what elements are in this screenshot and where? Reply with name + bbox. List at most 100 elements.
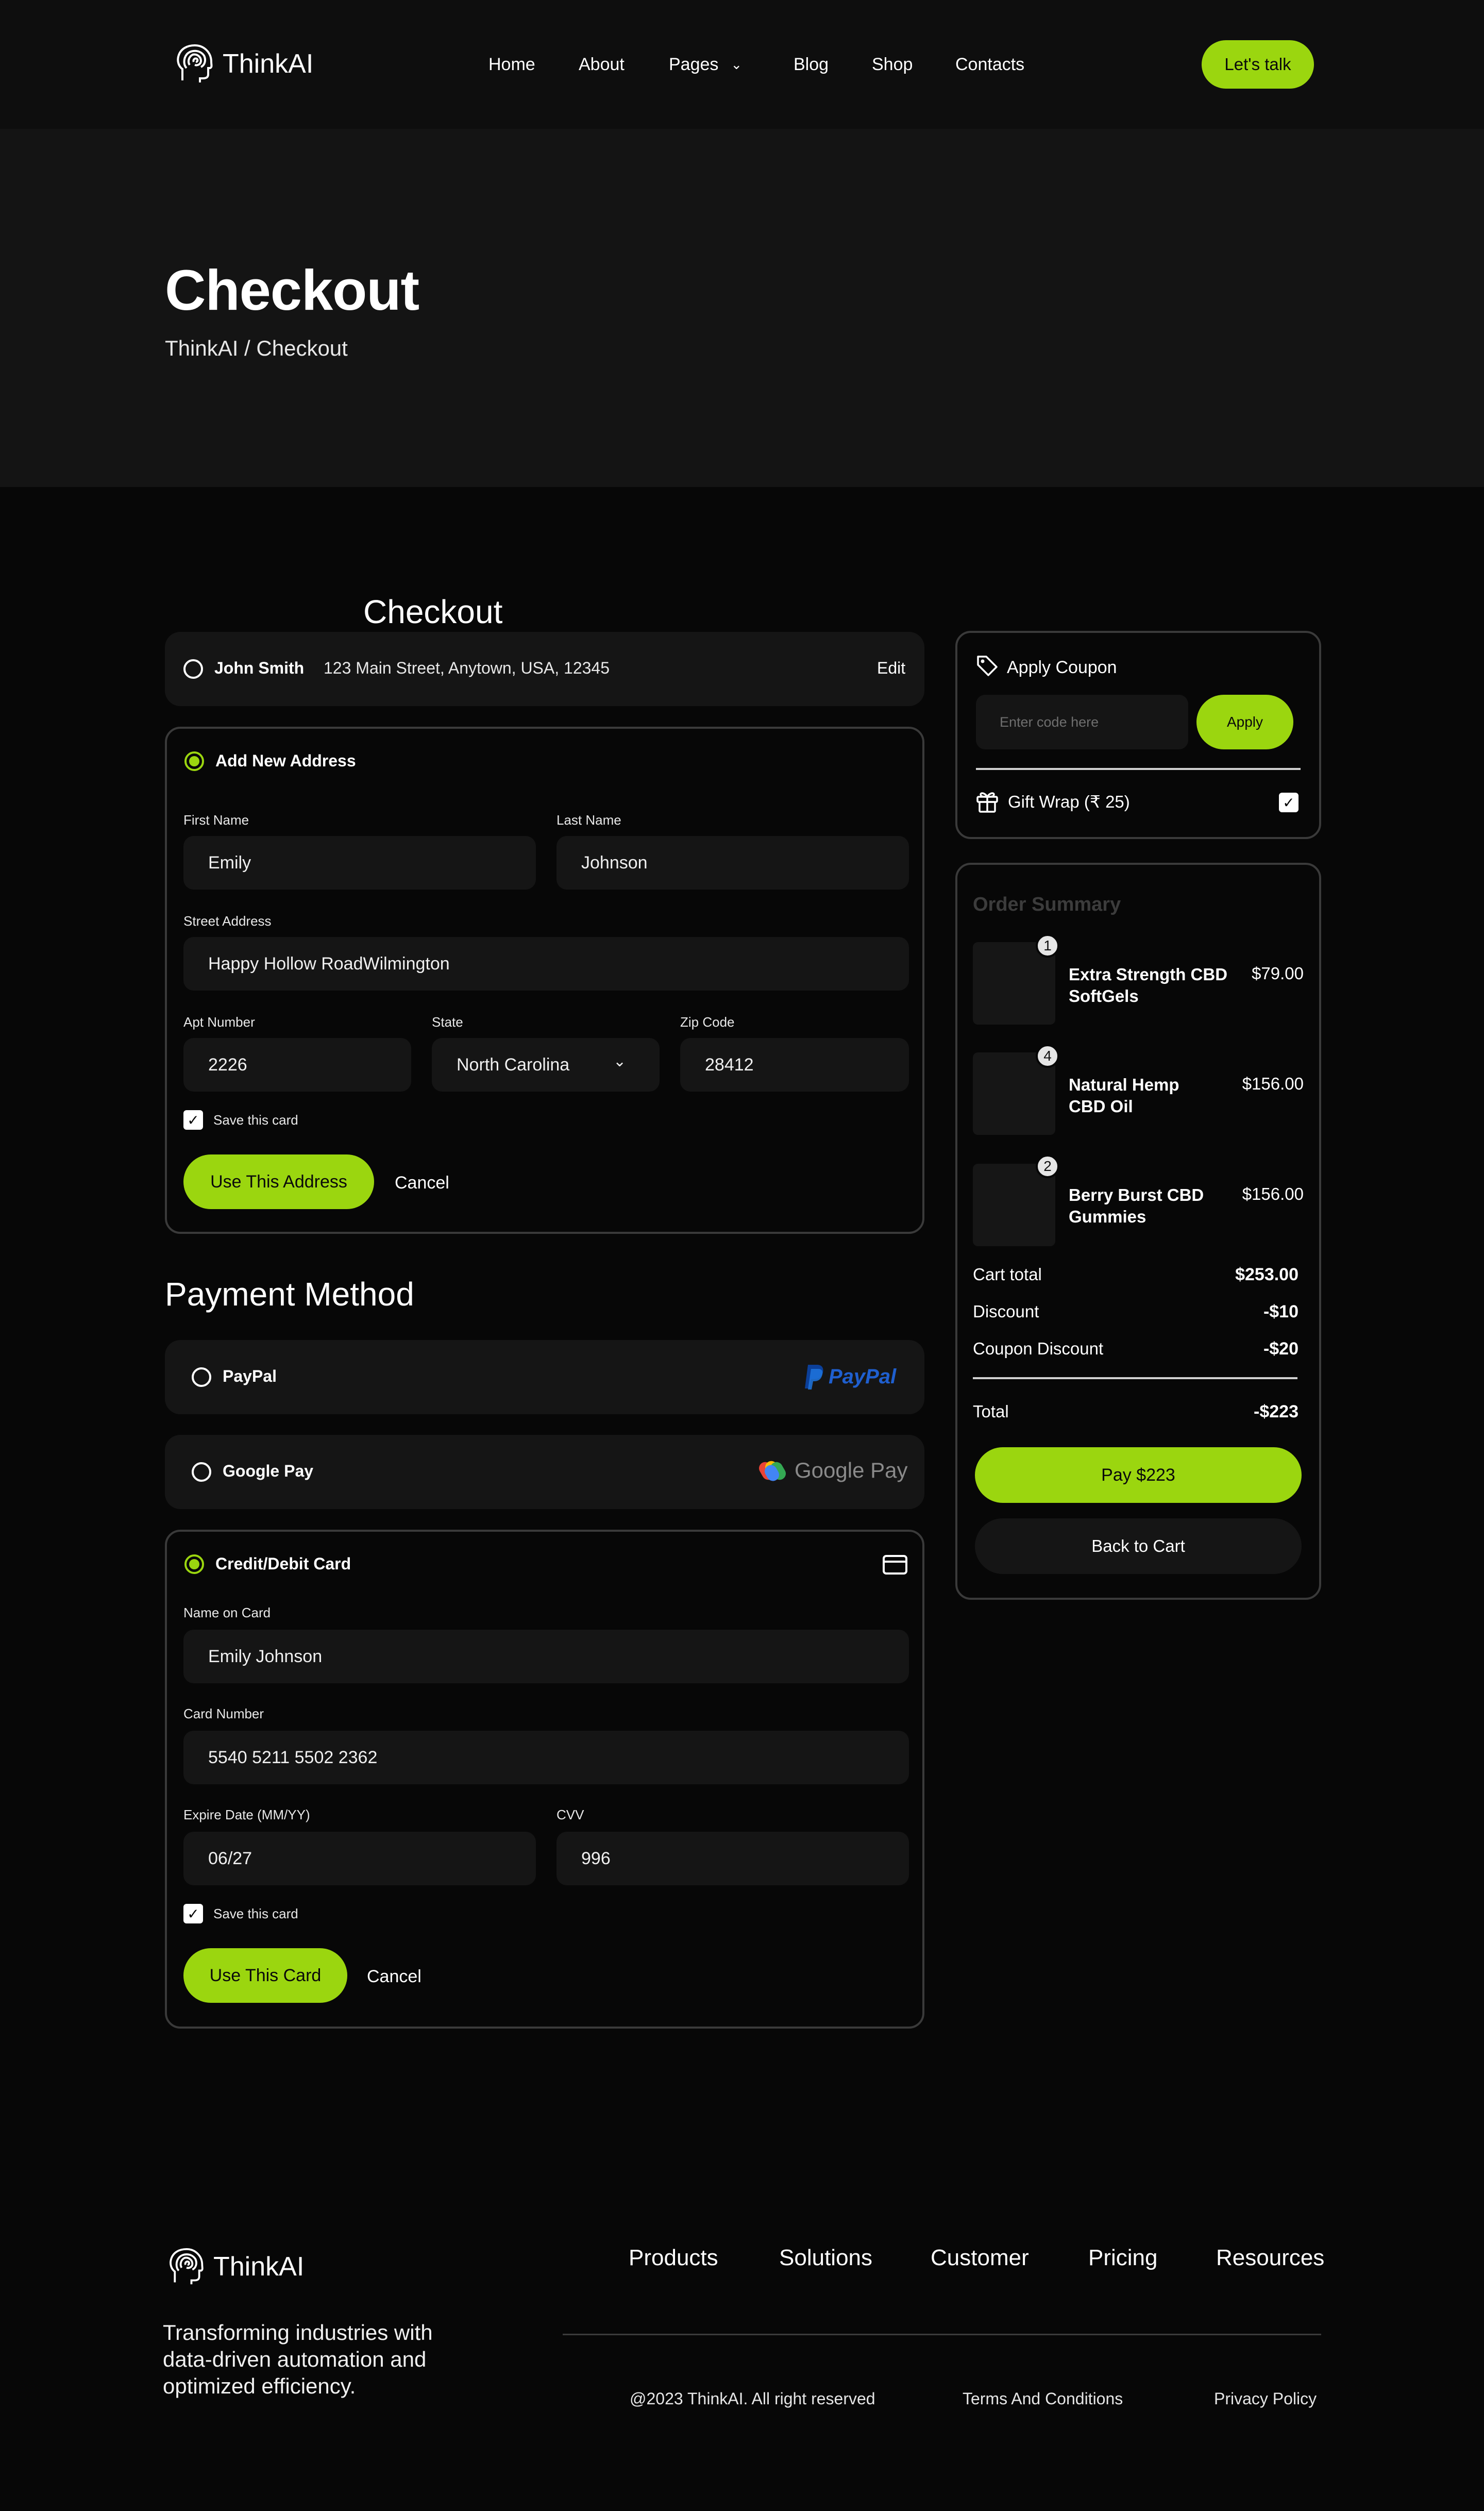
paypal-radio[interactable] [192,1367,211,1387]
save-card-label: Save this card [213,1906,298,1921]
save-address-checkbox[interactable]: ✓ [183,1110,203,1130]
save-card-checkbox[interactable]: ✓ [183,1904,203,1923]
footer-brand: ThinkAI [213,2252,305,2282]
footer-nav-customer[interactable]: Customer [931,2245,1029,2271]
cancel-card-button[interactable]: Cancel [367,1967,421,1987]
cart-total-value: $253.00 [1235,1265,1298,1284]
zip-label: Zip Code [680,1014,735,1030]
card-title: Credit/Debit Card [215,1554,351,1573]
first-name-label: First Name [183,812,249,828]
cart-total-label: Cart total [973,1265,1042,1284]
card-number-label: Card Number [183,1706,264,1721]
use-this-address-button[interactable]: Use This Address [183,1154,374,1209]
coupon-title: Apply Coupon [1007,658,1117,677]
gift-wrap-label: Gift Wrap (₹ 25) [1008,792,1130,811]
paypal-logo-text: PayPal [829,1365,897,1388]
privacy-link[interactable]: Privacy Policy [1214,2389,1317,2408]
check-icon: ✓ [187,1905,199,1922]
street-field[interactable]: Happy Hollow RoadWilmington [183,937,909,991]
header-logo[interactable]: ThinkAI [175,43,313,85]
lets-talk-button[interactable]: Let's talk [1202,40,1314,89]
check-icon: ✓ [1283,794,1295,811]
footer-tagline-line1: Transforming industries with [163,2320,433,2345]
footer-nav-solutions[interactable]: Solutions [779,2245,872,2271]
apply-coupon-button[interactable]: Apply [1196,695,1293,749]
item-name-line2: CBD Oil [1069,1097,1133,1116]
nav-blog[interactable]: Blog [794,52,829,77]
summary-divider [973,1377,1297,1379]
paypal-p-icon [805,1365,823,1390]
first-name-field[interactable]: Emily [183,836,536,890]
card-number-field[interactable]: 5540 5211 5502 2362 [183,1731,909,1784]
cvv-field[interactable]: 996 [556,1832,909,1885]
name-on-card-field[interactable]: Emily Johnson [183,1630,909,1683]
pay-button[interactable]: Pay $223 [975,1447,1302,1503]
nav-shop[interactable]: Shop [872,52,913,77]
google-pay-option[interactable]: Google Pay Google Pay [165,1435,924,1509]
footer-nav-resources[interactable]: Resources [1216,2245,1324,2271]
item-qty-badge: 4 [1036,1044,1059,1068]
check-icon: ✓ [187,1112,199,1128]
item-price: $156.00 [1242,1074,1304,1093]
use-this-card-button[interactable]: Use This Card [183,1948,347,2003]
edit-address-link[interactable]: Edit [877,659,905,678]
paypal-option[interactable]: PayPal PayPal [165,1340,924,1414]
nav-contacts[interactable]: Contacts [955,52,1024,77]
chevron-down-icon: ⌄ [613,1053,627,1070]
paypal-label: PayPal [223,1367,277,1385]
nav-home-label: Home [488,54,535,74]
card-radio[interactable] [184,1554,204,1574]
checkout-heading: Checkout [363,593,503,630]
name-on-card-label: Name on Card [183,1605,271,1620]
google-pay-radio[interactable] [192,1462,211,1482]
state-value: North Carolina [457,1054,570,1075]
cvv-label: CVV [556,1807,584,1822]
saved-address-radio[interactable] [183,659,203,679]
item-price: $79.00 [1252,964,1304,983]
nav-blog-label: Blog [794,54,829,74]
saved-address-name: John Smith [214,659,305,677]
zip-field[interactable]: 28412 [680,1038,909,1092]
last-name-field[interactable]: Johnson [556,836,909,890]
expiry-label: Expire Date (MM/YY) [183,1807,310,1822]
last-name-label: Last Name [556,812,621,828]
tag-icon [977,656,998,676]
nav-shop-label: Shop [872,54,913,74]
state-label: State [432,1014,463,1030]
footer-nav-products[interactable]: Products [629,2245,718,2271]
nav-home[interactable]: Home [488,52,535,77]
terms-link[interactable]: Terms And Conditions [963,2389,1123,2408]
saved-address-text: 123 Main Street, Anytown, USA, 12345 [324,659,610,677]
item-qty-badge: 1 [1036,934,1059,958]
expiry-field[interactable]: 06/27 [183,1832,536,1885]
footer-tagline-line2: data-driven automation and [163,2347,427,2371]
cancel-address-button[interactable]: Cancel [395,1173,449,1193]
coupon-discount-value: -$20 [1263,1339,1298,1359]
coupon-discount-label: Coupon Discount [973,1339,1104,1358]
item-name-line1: Extra Strength CBD [1069,965,1228,984]
footer-logo[interactable]: ThinkAI [168,2247,304,2286]
footer-divider [563,2334,1321,2335]
back-to-cart-button[interactable]: Back to Cart [975,1518,1302,1574]
saved-address-card[interactable]: John Smith 123 Main Street, Anytown, USA… [165,632,924,706]
nav-about[interactable]: About [579,52,625,77]
card-payment-card: Credit/Debit Card Name on Card Emily Joh… [165,1530,924,2029]
item-name: Natural Hemp CBD Oil [1069,1074,1179,1117]
order-summary-card: Order Summary 1 Extra Strength CBD SoftG… [955,863,1321,1600]
copyright-text: @2023 ThinkAI. All right reserved [630,2389,875,2408]
apt-field[interactable]: 2226 [183,1038,411,1092]
google-pay-logo-text: Google Pay [795,1458,908,1482]
nav-about-label: About [579,54,625,74]
state-select[interactable]: North Carolina ⌄ [432,1038,660,1092]
item-name-line1: Natural Hemp [1069,1075,1179,1094]
gift-wrap-checkbox[interactable]: ✓ [1279,793,1298,812]
item-qty-badge: 2 [1036,1154,1059,1178]
coupon-divider [976,768,1301,770]
new-address-radio[interactable] [184,751,204,771]
nav-pages[interactable]: Pages ⌄ [669,52,742,77]
total-value: -$223 [1254,1402,1298,1421]
coupon-input[interactable]: Enter code here [976,695,1188,749]
footer-nav-pricing[interactable]: Pricing [1088,2245,1158,2271]
breadcrumb: ThinkAI / Checkout [165,336,348,360]
item-name: Extra Strength CBD SoftGels [1069,964,1227,1007]
